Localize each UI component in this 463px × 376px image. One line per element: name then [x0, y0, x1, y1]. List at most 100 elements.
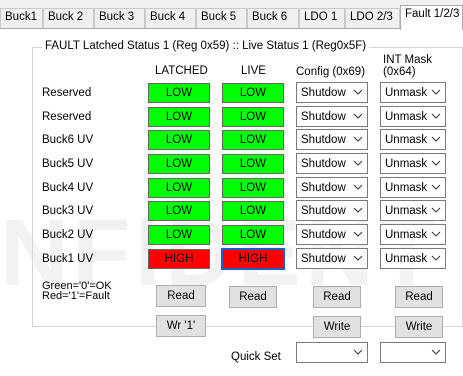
- chevron-down-icon: [431, 347, 441, 357]
- chevron-down-icon: [431, 87, 441, 97]
- mask-select-reserved-1[interactable]: Unmask: [380, 82, 446, 103]
- latched-status-buck2-uv: LOW: [148, 225, 210, 245]
- config-value: Shutdow: [301, 181, 346, 194]
- int-mask-addr: (0x64): [383, 66, 416, 78]
- chevron-down-icon: [431, 205, 441, 215]
- chevron-down-icon: [353, 205, 363, 215]
- mask-select-buck1-uv[interactable]: Unmask: [380, 248, 446, 269]
- live-status-buck6-uv: LOW: [222, 130, 284, 150]
- read-mask-button[interactable]: Read: [395, 286, 443, 308]
- tab-fault123[interactable]: Fault 1/2/3: [400, 5, 463, 30]
- quick-set-label: Quick Set: [231, 351, 281, 363]
- latched-status-buck5-uv: LOW: [148, 154, 210, 174]
- tab-buck2[interactable]: Buck 2: [43, 8, 94, 28]
- config-select-buck5-uv[interactable]: Shutdow: [296, 153, 368, 174]
- live-status-buck1-uv: HIGH: [221, 248, 285, 270]
- fault-panel: NFIDENT FAULT Latched Status 1 (Reg 0x59…: [0, 28, 463, 376]
- row-label-buck5-uv: Buck5 UV: [42, 158, 94, 170]
- config-select-buck3-uv[interactable]: Shutdow: [296, 200, 368, 221]
- color-legend-fault: Red='1'=Fault: [42, 290, 110, 302]
- write-one-button[interactable]: Wr '1': [156, 315, 206, 337]
- chevron-down-icon: [431, 182, 441, 192]
- quick-set-config-select[interactable]: [296, 342, 368, 363]
- tab-strip: Buck1 Buck 2 Buck 3 Buck 4 Buck 5 Buck 6…: [0, 0, 463, 30]
- write-mask-button[interactable]: Write: [395, 316, 443, 338]
- live-header: LIVE: [241, 65, 266, 77]
- latched-status-reserved-1: LOW: [148, 83, 210, 103]
- tab-ldo1[interactable]: LDO 1: [299, 8, 345, 28]
- row-label-buck6-uv: Buck6 UV: [42, 134, 94, 146]
- mask-select-buck5-uv[interactable]: Unmask: [380, 153, 446, 174]
- config-select-buck2-uv[interactable]: Shutdow: [296, 224, 368, 245]
- chevron-down-icon: [431, 229, 441, 239]
- chevron-down-icon: [353, 347, 363, 357]
- read-latched-button[interactable]: Read: [156, 285, 206, 307]
- mask-value: Unmask: [385, 157, 428, 170]
- config-value: Shutdow: [301, 157, 346, 170]
- latched-status-buck6-uv: LOW: [148, 130, 210, 150]
- chevron-down-icon: [431, 158, 441, 168]
- chevron-down-icon: [353, 134, 363, 144]
- config-value: Shutdow: [301, 252, 346, 265]
- config-select-reserved-2[interactable]: Shutdow: [296, 106, 368, 127]
- mask-select-reserved-2[interactable]: Unmask: [380, 106, 446, 127]
- tab-buck6[interactable]: Buck 6: [247, 8, 299, 28]
- tab-buck3[interactable]: Buck 3: [94, 8, 145, 28]
- live-status-buck2-uv: LOW: [222, 225, 284, 245]
- live-status-reserved-2: LOW: [222, 107, 284, 127]
- config-value: Shutdow: [301, 204, 346, 217]
- chevron-down-icon: [353, 253, 363, 263]
- row-label-buck1-uv: Buck1 UV: [42, 253, 94, 265]
- mask-value: Unmask: [385, 133, 428, 146]
- live-status-reserved-1: LOW: [222, 83, 284, 103]
- mask-value: Unmask: [385, 252, 428, 265]
- chevron-down-icon: [353, 111, 363, 121]
- latched-status-buck1-uv: HIGH: [148, 249, 210, 269]
- group-title: FAULT Latched Status 1 (Reg 0x59) :: Liv…: [42, 40, 370, 52]
- mask-select-buck3-uv[interactable]: Unmask: [380, 200, 446, 221]
- config-select-buck1-uv[interactable]: Shutdow: [296, 248, 368, 269]
- config-select-reserved-1[interactable]: Shutdow: [296, 82, 368, 103]
- mask-select-buck2-uv[interactable]: Unmask: [380, 224, 446, 245]
- row-label-buck2-uv: Buck2 UV: [42, 229, 94, 241]
- latched-status-reserved-2: LOW: [148, 107, 210, 127]
- latched-status-buck4-uv: LOW: [148, 178, 210, 198]
- row-label-buck3-uv: Buck3 UV: [42, 205, 94, 217]
- latched-status-buck3-uv: LOW: [148, 201, 210, 221]
- quick-set-mask-select[interactable]: [380, 342, 446, 363]
- live-status-buck5-uv: LOW: [222, 154, 284, 174]
- mask-value: Unmask: [385, 204, 428, 217]
- latched-header: LATCHED: [155, 65, 208, 77]
- write-config-button[interactable]: Write: [313, 316, 361, 338]
- config-header: Config (0x69): [296, 66, 366, 78]
- chevron-down-icon: [431, 134, 441, 144]
- config-select-buck6-uv[interactable]: Shutdow: [296, 129, 368, 150]
- tab-buck1[interactable]: Buck1: [0, 8, 43, 28]
- chevron-down-icon: [353, 182, 363, 192]
- chevron-down-icon: [431, 253, 441, 263]
- mask-select-buck4-uv[interactable]: Unmask: [380, 177, 446, 198]
- chevron-down-icon: [353, 229, 363, 239]
- config-value: Shutdow: [301, 228, 346, 241]
- tab-ldo23[interactable]: LDO 2/3: [345, 8, 400, 28]
- config-value: Shutdow: [301, 110, 346, 123]
- mask-value: Unmask: [385, 110, 428, 123]
- tab-buck4[interactable]: Buck 4: [145, 8, 196, 28]
- config-select-buck4-uv[interactable]: Shutdow: [296, 177, 368, 198]
- mask-select-buck6-uv[interactable]: Unmask: [380, 129, 446, 150]
- config-value: Shutdow: [301, 86, 346, 99]
- read-config-button[interactable]: Read: [313, 286, 361, 308]
- mask-value: Unmask: [385, 86, 428, 99]
- read-live-button[interactable]: Read: [229, 286, 277, 308]
- row-label-reserved-2: Reserved: [42, 111, 92, 123]
- int-mask-header: INT Mask: [383, 54, 432, 66]
- mask-value: Unmask: [385, 181, 428, 194]
- chevron-down-icon: [353, 87, 363, 97]
- mask-value: Unmask: [385, 228, 428, 241]
- row-label-reserved-1: Reserved: [42, 87, 92, 99]
- live-status-buck4-uv: LOW: [222, 178, 284, 198]
- tab-buck5[interactable]: Buck 5: [196, 8, 247, 28]
- config-value: Shutdow: [301, 133, 346, 146]
- live-status-buck3-uv: LOW: [222, 201, 284, 221]
- chevron-down-icon: [353, 158, 363, 168]
